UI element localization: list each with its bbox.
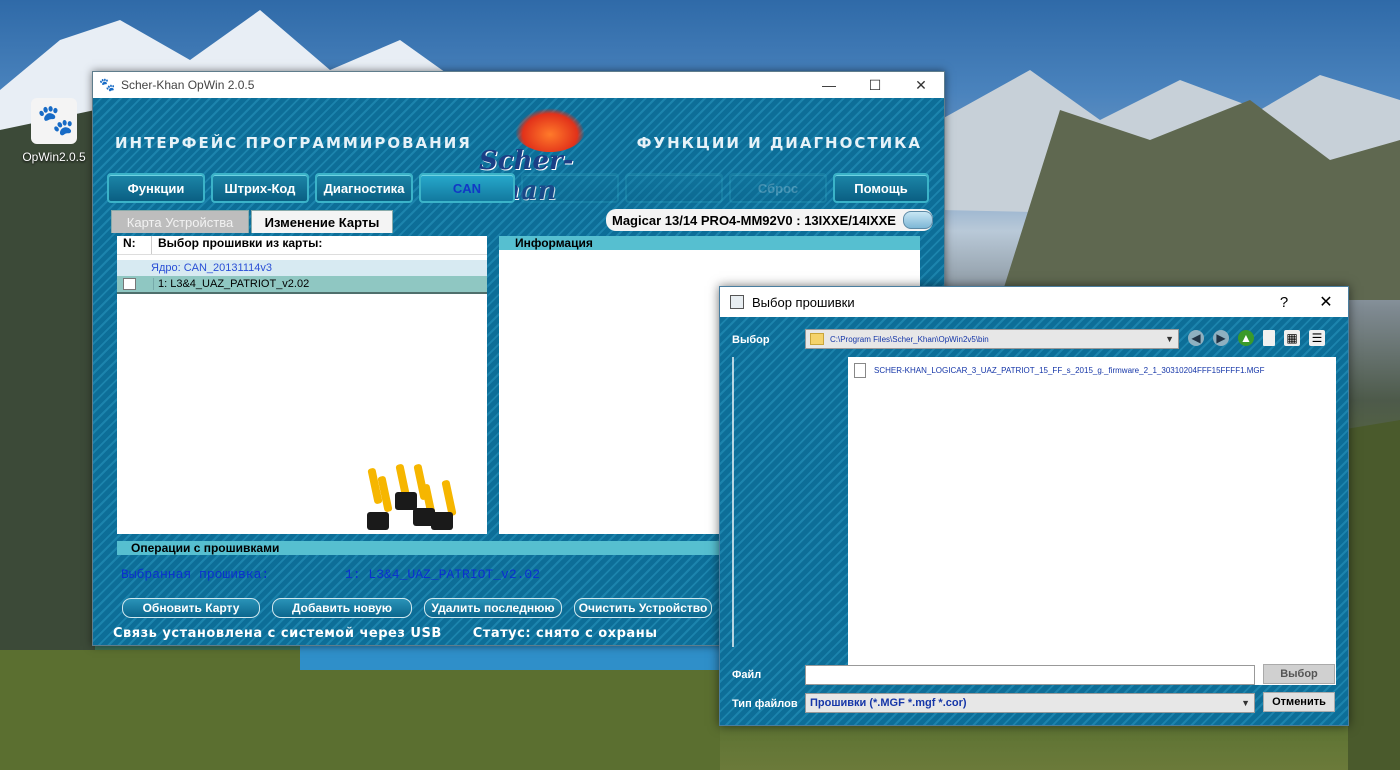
cancel-button[interactable]: Отменить bbox=[1263, 692, 1335, 712]
toolbar: Функции Штрих-Код Диагностика CAN Сброс … bbox=[107, 173, 929, 203]
col-title: Выбор прошивки из карты: bbox=[151, 236, 322, 254]
select-label: Выбор bbox=[732, 334, 770, 346]
firmware-dialog: Выбор прошивки ? ✕ Выбор C:\Program File… bbox=[719, 286, 1349, 726]
refresh-map-button[interactable]: Обновить Карту bbox=[122, 598, 260, 618]
keys-icon bbox=[361, 462, 457, 534]
chevron-down-icon[interactable]: ▼ bbox=[1165, 334, 1174, 344]
selected-firmware: Выбранная прошивка: 1: L3&4_UAZ_PATRIOT_… bbox=[121, 567, 540, 582]
nav-toolbar: ◀ ▶ ▲ ▦ ☰ bbox=[1188, 330, 1325, 346]
maximize-icon[interactable]: ☐ bbox=[852, 77, 898, 94]
reset-button: Сброс bbox=[729, 173, 827, 203]
disabled-button-2 bbox=[625, 173, 723, 203]
header-left: ИНТЕРФЕЙС ПРОГРАММИРОВАНИЯ bbox=[115, 134, 472, 152]
ops-buttons: Обновить Карту Добавить новую Удалить по… bbox=[122, 598, 712, 618]
close-icon[interactable]: ✕ bbox=[1304, 292, 1348, 312]
select-button[interactable]: Выбор bbox=[1263, 664, 1335, 684]
path-combo[interactable]: C:\Program Files\Scher_Khan\OpWin2v5\bin… bbox=[805, 329, 1179, 349]
logo: Scher-Khan bbox=[473, 108, 633, 206]
minimize-icon[interactable]: — bbox=[806, 77, 852, 93]
add-new-button[interactable]: Добавить новую bbox=[272, 598, 412, 618]
col-n: N: bbox=[123, 236, 136, 250]
main-titlebar[interactable]: 🐾 Scher-Khan OpWin 2.0.5 — ☐ ✕ bbox=[93, 72, 944, 98]
folder-tree[interactable] bbox=[732, 357, 734, 647]
firmware-label: 1: L3&4_UAZ_PATRIOT_v2.02 bbox=[153, 278, 310, 290]
core-row: Ядро: CAN_20131114v3 bbox=[117, 260, 487, 276]
detail-view-icon[interactable]: ☰ bbox=[1309, 330, 1325, 346]
help-button[interactable]: Помощь bbox=[833, 173, 929, 203]
device-label: Magicar 13/14 PRO4-MM92V0 : 13IXXE/14IXX… bbox=[612, 212, 896, 228]
file-label: Файл bbox=[732, 669, 762, 681]
file-name: SCHER-KHAN_LOGICAR_3_UAZ_PATRIOT_15_FF_s… bbox=[874, 366, 1265, 375]
dialog-titlebar[interactable]: Выбор прошивки ? ✕ bbox=[720, 287, 1348, 317]
header-right: ФУНКЦИИ И ДИАГНОСТИКА bbox=[636, 134, 922, 152]
up-folder-icon[interactable]: ▲ bbox=[1238, 330, 1254, 346]
firmware-list-panel: N: Выбор прошивки из карты: Ядро: CAN_20… bbox=[117, 236, 487, 534]
dialog-client: Выбор C:\Program Files\Scher_Khan\OpWin2… bbox=[720, 317, 1348, 725]
chevron-down-icon[interactable]: ▼ bbox=[1241, 698, 1250, 708]
desktop-icon-opwin[interactable]: OpWin2.0.5 bbox=[18, 98, 90, 164]
forward-icon[interactable]: ▶ bbox=[1213, 330, 1229, 346]
file-type-label: Тип файлов bbox=[732, 698, 798, 710]
status-bar: Связь установлена с системой через USB С… bbox=[113, 626, 657, 641]
selected-label: Выбранная прошивка: bbox=[121, 567, 270, 582]
selected-value: 1: L3&4_UAZ_PATRIOT_v2.02 bbox=[345, 567, 541, 582]
help-icon[interactable]: ? bbox=[1264, 294, 1304, 311]
file-list[interactable]: SCHER-KHAN_LOGICAR_3_UAZ_PATRIOT_15_FF_s… bbox=[848, 357, 1336, 685]
list-item[interactable]: 1: L3&4_UAZ_PATRIOT_v2.02 bbox=[117, 276, 487, 294]
file-name-input[interactable] bbox=[805, 665, 1255, 685]
main-window-title: Scher-Khan OpWin 2.0.5 bbox=[121, 78, 255, 92]
status-state: Статус: снято с охраны bbox=[472, 626, 658, 641]
can-button[interactable]: CAN bbox=[419, 173, 515, 203]
window-icon bbox=[730, 295, 744, 309]
tab-edit-map[interactable]: Изменение Карты bbox=[251, 210, 393, 233]
paw-icon bbox=[31, 98, 77, 144]
desktop-icon-label: OpWin2.0.5 bbox=[22, 150, 86, 164]
file-icon bbox=[854, 363, 866, 378]
close-icon[interactable]: ✕ bbox=[898, 77, 944, 94]
path-value: C:\Program Files\Scher_Khan\OpWin2v5\bin bbox=[830, 334, 989, 344]
delete-last-button[interactable]: Удалить последнюю bbox=[424, 598, 562, 618]
firmware-checkbox[interactable] bbox=[123, 278, 136, 290]
file-type-select[interactable]: Прошивки (*.MGF *.mgf *.cor) ▼ bbox=[805, 693, 1255, 713]
tab-device-map[interactable]: Карта Устройства bbox=[111, 210, 249, 233]
clear-device-button[interactable]: Очистить Устройство bbox=[574, 598, 712, 618]
back-icon[interactable]: ◀ bbox=[1188, 330, 1204, 346]
device-selector[interactable]: Magicar 13/14 PRO4-MM92V0 : 13IXXE/14IXX… bbox=[606, 209, 933, 231]
dialog-title: Выбор прошивки bbox=[752, 294, 855, 310]
functions-button[interactable]: Функции bbox=[107, 173, 205, 203]
device-toggle-icon[interactable] bbox=[903, 211, 933, 229]
file-type-value: Прошивки (*.MGF *.mgf *.cor) bbox=[810, 697, 967, 709]
list-view-icon[interactable]: ▦ bbox=[1284, 330, 1300, 346]
info-title: Информация bbox=[499, 236, 920, 250]
barcode-button[interactable]: Штрих-Код bbox=[211, 173, 309, 203]
folder-icon bbox=[810, 333, 824, 345]
disabled-button-1 bbox=[521, 173, 619, 203]
new-folder-icon[interactable] bbox=[1263, 330, 1275, 346]
paw-icon: 🐾 bbox=[99, 77, 116, 92]
status-connection: Связь установлена с системой через USB bbox=[113, 626, 442, 641]
list-item[interactable]: SCHER-KHAN_LOGICAR_3_UAZ_PATRIOT_15_FF_s… bbox=[854, 363, 1265, 378]
diagnostics-button[interactable]: Диагностика bbox=[315, 173, 413, 203]
list-header: N: Выбор прошивки из карты: bbox=[117, 236, 487, 255]
